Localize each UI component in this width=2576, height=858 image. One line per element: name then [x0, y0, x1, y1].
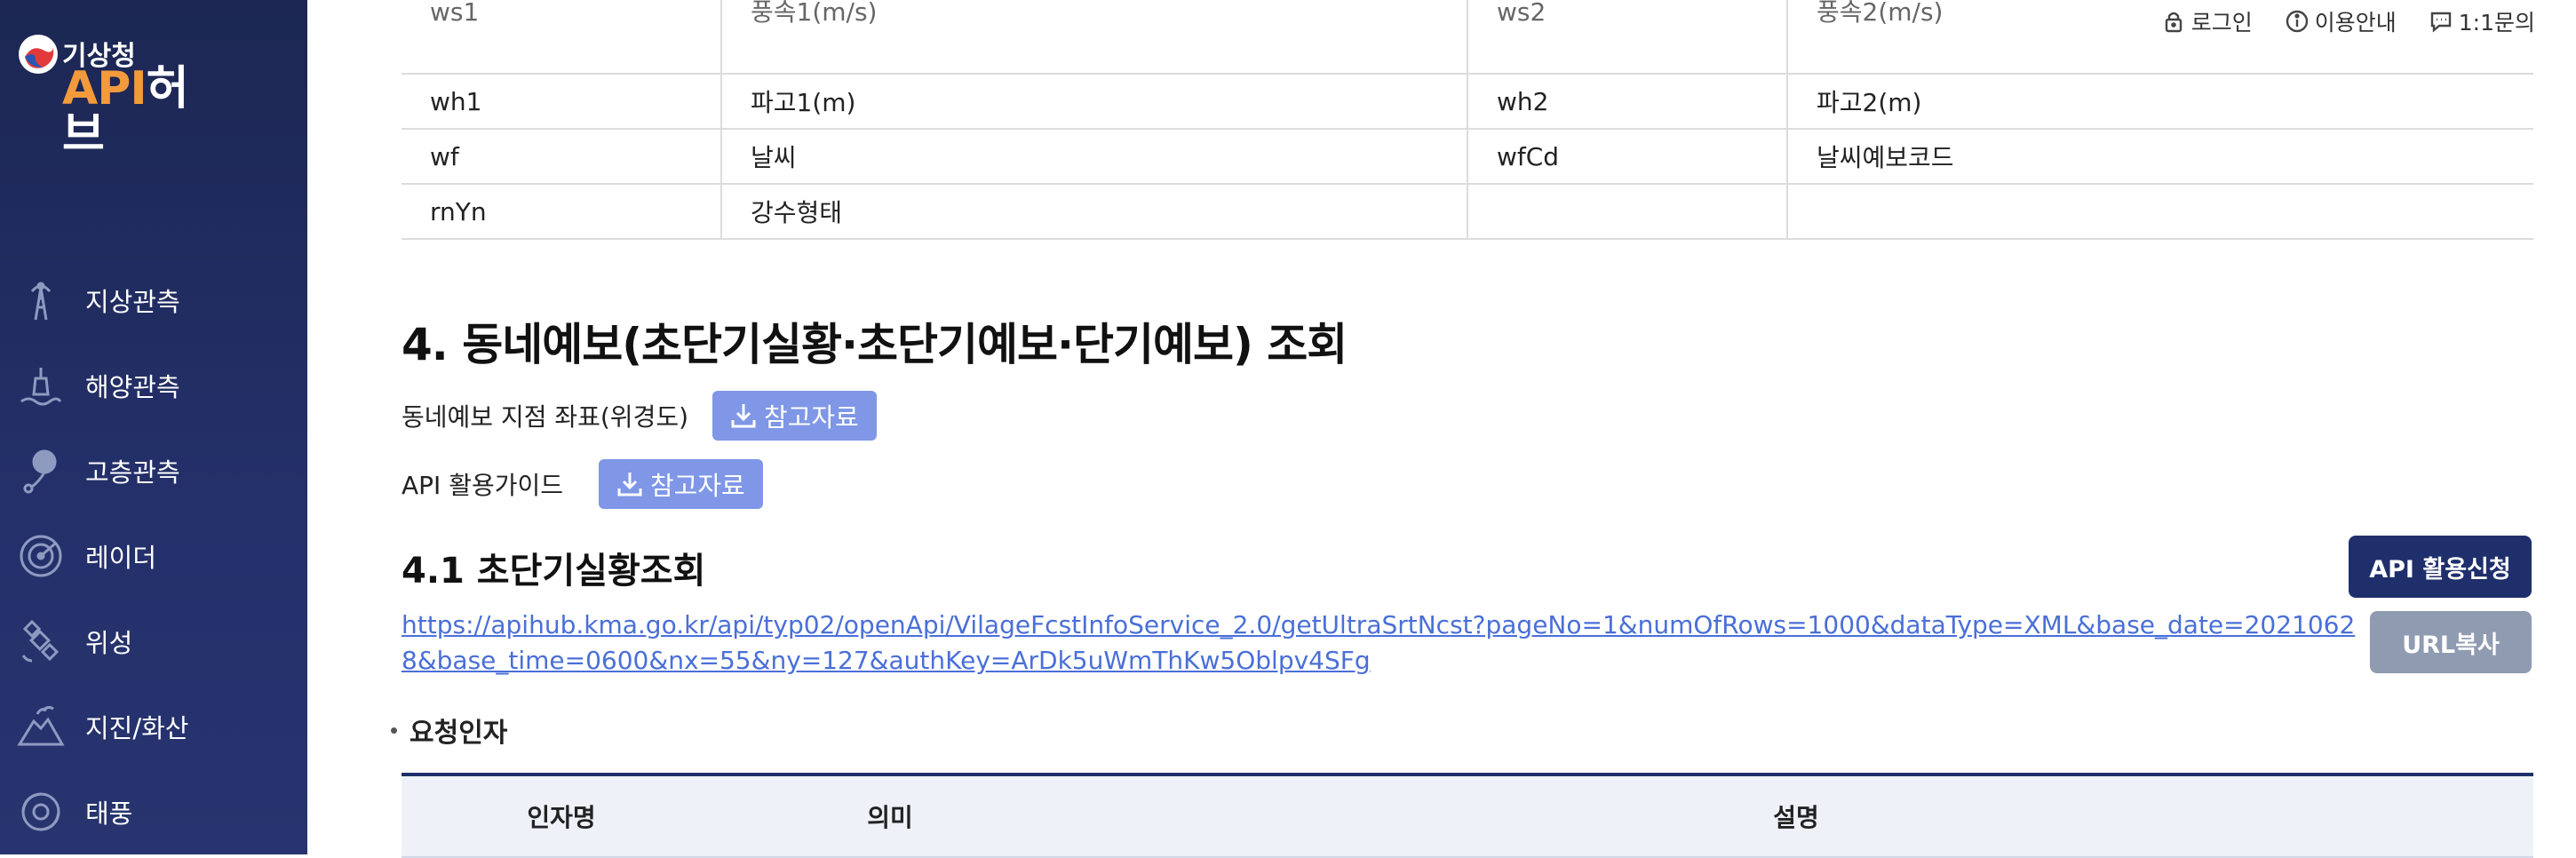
table-cell: ws2	[1467, 0, 1787, 75]
volcano-icon	[14, 700, 68, 753]
sidebar-item-label: 지상관측	[85, 287, 180, 317]
sidebar-item-typhoon[interactable]: 태풍	[0, 769, 307, 854]
sidebar-item-surface[interactable]: 지상관측	[0, 258, 307, 343]
reference-label: 동네예보 지점 좌표(위경도)	[402, 402, 689, 432]
sidebar-item-label: 태풍	[85, 798, 133, 829]
api-example-url[interactable]: https://apihub.kma.go.kr/api/typ02/openA…	[402, 608, 2356, 679]
table-cell: 풍속1(m/s)	[720, 0, 1467, 75]
sidebar: 기상청 API허브 지상관측 해양관측 고층관측 레이더 위성 지진/화산 태풍	[0, 0, 307, 854]
column-header-name: 인자명	[402, 775, 721, 858]
reference-download-button[interactable]: 참고자료	[712, 391, 877, 441]
balloon-icon	[14, 444, 68, 497]
table-cell: wfCd	[1467, 129, 1787, 185]
table-cell: ws1	[402, 0, 721, 75]
response-param-table: ws1 풍속1(m/s) ws2 풍속2(m/s) wh1 파고1(m) wh2…	[402, 0, 2533, 240]
table-cell: 날씨예보코드	[1786, 129, 2533, 185]
section-title: 4. 동네예보(초단기실황·초단기예보·단기예보) 조회	[402, 319, 1348, 370]
guide-download-button[interactable]: 참고자료	[599, 459, 763, 509]
satellite-icon	[14, 615, 68, 668]
url-copy-button[interactable]: URL복사	[2370, 611, 2532, 673]
sidebar-nav: 지상관측 해양관측 고층관측 레이더 위성 지진/화산 태풍	[0, 258, 307, 854]
buoy-icon	[14, 359, 68, 412]
sidebar-item-satellite[interactable]: 위성	[0, 599, 307, 684]
sidebar-item-earthquake-volcano[interactable]: 지진/화산	[0, 684, 307, 769]
column-header-meaning: 의미	[721, 775, 1059, 858]
table-cell: 날씨	[720, 129, 1467, 185]
download-icon	[731, 404, 756, 428]
kma-api-hub-logo[interactable]: 기상청 API허브	[16, 27, 229, 158]
sidebar-item-upper-air[interactable]: 고층관측	[0, 428, 307, 513]
table-cell: wf	[402, 129, 721, 185]
reference-row-guide: API 활용가이드 참고자료	[402, 459, 763, 509]
table-cell	[1467, 184, 1787, 240]
download-icon	[617, 473, 642, 497]
reference-row-coordinates: 동네예보 지점 좌표(위경도) 참고자료	[402, 391, 877, 441]
sidebar-item-label: 지진/화산	[85, 713, 189, 743]
sidebar-item-marine[interactable]: 해양관측	[0, 343, 307, 428]
tower-icon	[14, 274, 68, 327]
table-cell: 강수형태	[720, 184, 1467, 240]
table-header-row: 인자명 의미 설명	[402, 775, 2533, 858]
table-row: ws1 풍속1(m/s) ws2 풍속2(m/s)	[402, 0, 2533, 75]
table-cell: wh1	[402, 74, 721, 130]
sidebar-item-label: 고층관측	[85, 457, 180, 488]
table-cell: 파고2(m)	[1786, 74, 2533, 130]
reference-button-label: 참고자료	[650, 471, 745, 501]
sidebar-item-radar[interactable]: 레이더	[0, 513, 307, 599]
table-row: wh1 파고1(m) wh2 파고2(m)	[402, 74, 2533, 130]
sidebar-item-label: 위성	[85, 628, 133, 658]
request-params-title: 요청인자	[409, 718, 508, 749]
request-params-heading: 요청인자	[391, 711, 507, 750]
request-param-table: 인자명 의미 설명	[402, 773, 2533, 858]
sidebar-item-label: 레이더	[85, 543, 157, 573]
table-cell: rnYn	[402, 184, 721, 240]
logo-api-text: API	[62, 62, 147, 115]
reference-button-label: 참고자료	[764, 402, 859, 433]
table-cell: 파고1(m)	[720, 74, 1467, 130]
table-cell	[1786, 184, 2533, 240]
sidebar-item-label: 해양관측	[85, 372, 180, 402]
api-apply-button[interactable]: API 활용신청	[2349, 536, 2532, 598]
table-cell: 풍속2(m/s)	[1786, 0, 2533, 75]
logo-title: API허브	[62, 66, 229, 158]
kma-logo-mark	[19, 35, 58, 74]
table-row: wf 날씨 wfCd 날씨예보코드	[402, 129, 2533, 185]
table-cell: wh2	[1467, 74, 1787, 130]
column-header-description: 설명	[1059, 775, 2533, 858]
subsection-title: 4.1 초단기실황조회	[402, 551, 706, 592]
typhoon-icon	[14, 785, 68, 838]
reference-label: API 활용가이드	[402, 471, 563, 500]
table-row: rnYn 강수형태	[402, 184, 2533, 240]
bullet-dot	[391, 727, 397, 734]
radar-icon	[14, 529, 68, 583]
